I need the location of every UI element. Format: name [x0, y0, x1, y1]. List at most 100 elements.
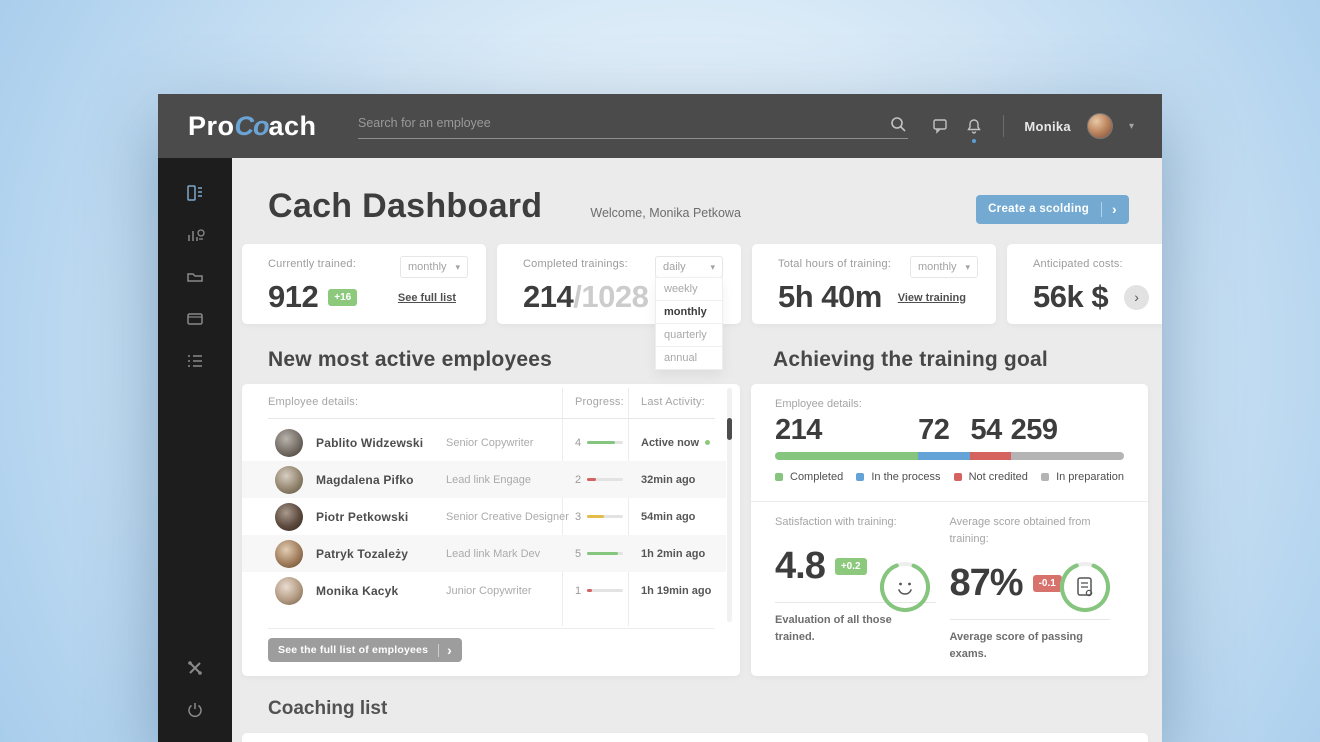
see-full-employee-list-button[interactable]: See the full list of employees — [268, 638, 462, 662]
avatar — [275, 465, 303, 494]
table-row[interactable]: Patryk Tozależy Lead link Mark Dev 5 1h … — [242, 535, 726, 572]
avatar — [275, 428, 303, 457]
satisfaction-block: Satisfaction with training: 4.8 +0.2 Eva… — [775, 514, 950, 662]
dropdown-option[interactable]: annual — [656, 346, 722, 369]
period-dropdown-menu: weekly monthly quarterly annual — [655, 277, 723, 370]
search-icon[interactable] — [890, 116, 906, 132]
training-goal-card: Employee details: 214 72 54 259 Complete… — [751, 384, 1148, 676]
employee-rows: Pablito Widzewski Senior Copywriter 4 Ac… — [242, 424, 726, 609]
segment-value: 54 — [970, 414, 1002, 446]
employee-role: Lead link Engage — [446, 473, 532, 486]
top-bar: ProCoach Monika ▾ — [158, 94, 1162, 158]
progress-value: 4 — [575, 436, 582, 449]
stat-card-currently-trained: Currently trained: monthly ▾ 912 +16 See … — [242, 244, 486, 324]
table-row[interactable]: Piotr Petkowski Senior Creative Designer… — [242, 498, 726, 535]
stat-card-total-hours: Total hours of training: monthly ▾ 5h 40m… — [752, 244, 996, 324]
dropdown-option-selected[interactable]: monthly — [656, 300, 722, 323]
segment-value: 259 — [1010, 414, 1058, 446]
sidebar-item-folders[interactable] — [185, 267, 205, 287]
satisfaction-caption: Evaluation of all those trained. — [775, 614, 892, 643]
sidebar-item-dashboard[interactable] — [185, 183, 205, 203]
employee-role: Lead link Mark Dev — [446, 547, 541, 560]
view-training-link[interactable]: View training — [898, 292, 966, 304]
sidebar-item-browser[interactable] — [185, 309, 205, 329]
employees-section-title: New most active employees — [268, 348, 552, 371]
table-row[interactable]: Monika Kacyk Junior Copywriter 1 1h 19mi… — [242, 572, 726, 609]
employee-name: Piotr Petkowski — [316, 509, 409, 524]
logo[interactable]: ProCoach — [188, 111, 317, 142]
satisfaction-ring-smiley-icon — [878, 560, 932, 614]
sidebar — [158, 158, 232, 742]
chevron-down-icon: ▾ — [965, 261, 970, 272]
chart-legend: Completed In the process Not credited In… — [775, 471, 1124, 483]
period-dropdown[interactable]: monthly ▾ — [910, 256, 978, 278]
chevron-down-icon[interactable]: ▾ — [1129, 121, 1134, 132]
satisfaction-value: 4.8 — [775, 545, 826, 588]
satisfaction-label: Satisfaction with training: — [775, 516, 897, 528]
notifications-icon[interactable] — [965, 117, 983, 143]
messages-icon[interactable] — [931, 117, 949, 135]
employee-role: Senior Copywriter — [446, 436, 534, 449]
progress-bar — [587, 552, 623, 555]
legend-item: In the process — [856, 471, 940, 483]
legend-item: In preparation — [1041, 471, 1124, 483]
goal-progress-bar — [775, 452, 1124, 460]
legend-swatch — [1041, 473, 1050, 481]
expand-costs-button[interactable] — [1124, 284, 1150, 310]
last-activity: 1h 2min ago — [641, 547, 706, 560]
employees-table-card: Employee details: Progress: Last Activit… — [242, 384, 740, 676]
stat-label: Anticipated costs: — [1033, 258, 1123, 270]
last-activity: 54min ago — [641, 510, 696, 523]
logout-power-icon[interactable] — [185, 700, 205, 720]
sidebar-item-list[interactable] — [185, 351, 205, 371]
topbar-divider — [1003, 115, 1005, 137]
employee-name: Patryk Tozależy — [316, 546, 409, 561]
column-header-progress: Progress: — [575, 396, 624, 408]
progress-bar — [587, 589, 623, 592]
avg-score-block: Average score obtained from training: 87… — [949, 514, 1125, 662]
period-dropdown[interactable]: monthly ▾ — [400, 256, 468, 278]
see-full-list-link[interactable]: See full list — [398, 292, 456, 304]
segment-values: 214 72 54 259 — [775, 414, 1124, 450]
stat-value: 5h 40m — [778, 279, 882, 314]
chevron-down-icon: ▾ — [455, 261, 460, 272]
settings-tools-icon[interactable] — [185, 658, 205, 678]
employee-role: Senior Creative Designer — [446, 510, 569, 523]
dropdown-option[interactable]: weekly — [656, 277, 722, 300]
avg-score-caption: Average score of passing exams. — [949, 631, 1083, 660]
stat-value: 56k $ — [1033, 279, 1109, 314]
active-status-dot — [705, 440, 711, 446]
app-window: ProCoach Monika ▾ — [158, 94, 1162, 742]
stat-value-current: 214 — [523, 279, 574, 314]
employee-role: Junior Copywriter — [446, 584, 532, 597]
panel-divider — [751, 501, 1148, 502]
progress-value: 2 — [575, 473, 582, 486]
employee-name: Magdalena Pifko — [316, 472, 414, 487]
search-input[interactable] — [358, 108, 908, 139]
column-header-activity: Last Activity: — [641, 396, 705, 408]
last-activity: 1h 19min ago — [641, 584, 712, 597]
legend-swatch — [856, 473, 865, 481]
divider — [949, 619, 1111, 621]
employee-name: Pablito Widzewski — [316, 435, 424, 450]
period-dropdown-open[interactable]: daily ▾ — [655, 256, 723, 278]
footer-divider — [268, 628, 714, 629]
progress-bar — [587, 441, 623, 444]
page-header: Cach Dashboard Welcome, Monika Petkowa C… — [242, 184, 1162, 228]
stats-row: Currently trained: monthly ▾ 912 +16 See … — [242, 244, 1162, 370]
legend-item: Not credited — [953, 471, 1028, 483]
table-row[interactable]: Magdalena Pifko Lead link Engage 2 32min… — [242, 461, 726, 498]
page-title: Cach Dashboard — [268, 186, 543, 225]
last-activity: Active now — [641, 437, 711, 449]
scrollbar-thumb[interactable] — [727, 418, 732, 440]
user-avatar[interactable] — [1086, 113, 1113, 139]
sidebar-item-statistics[interactable] — [185, 225, 205, 245]
dropdown-option[interactable]: quarterly — [656, 323, 722, 346]
progress-value: 3 — [575, 510, 582, 523]
create-scolding-button[interactable]: Create a scolding — [976, 194, 1129, 224]
stat-card-completed-trainings: Completed trainings: daily ▾ weekly month… — [497, 244, 741, 370]
table-row[interactable]: Pablito Widzewski Senior Copywriter 4 Ac… — [242, 424, 726, 461]
segment-value: 214 — [775, 414, 822, 446]
progress-bar — [587, 515, 623, 518]
chevron-down-icon: ▾ — [710, 261, 715, 272]
